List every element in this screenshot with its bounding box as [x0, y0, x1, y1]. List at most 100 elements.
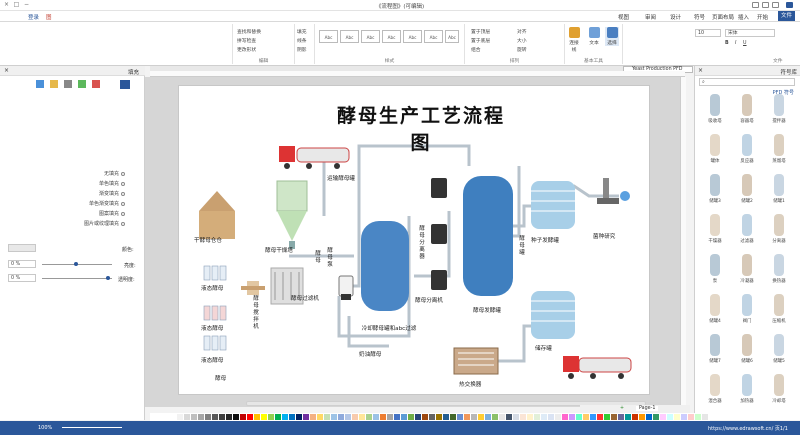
- label-transport[interactable]: 运输酵母罐: [327, 174, 355, 182]
- palette-swatch[interactable]: [597, 414, 603, 420]
- palette-swatch[interactable]: [436, 414, 442, 420]
- palette-swatch[interactable]: [562, 414, 568, 420]
- label-separator[interactable]: 酵母分离机: [415, 296, 443, 304]
- connector-tool[interactable]: 连接线: [567, 27, 581, 53]
- label-cream[interactable]: 奶油酵母: [359, 350, 381, 358]
- palette-swatch[interactable]: [324, 414, 330, 420]
- fill-mode-icon[interactable]: [36, 80, 44, 88]
- font-size-select[interactable]: 10: [695, 29, 721, 37]
- diagram-title[interactable]: 酵母生产工艺流程图: [331, 101, 511, 155]
- palette-swatch[interactable]: [548, 414, 554, 420]
- palette-swatch[interactable]: [233, 414, 239, 420]
- palette-swatch[interactable]: [352, 414, 358, 420]
- label-warehouse[interactable]: 干酵母仓仓: [194, 236, 222, 244]
- label-heat-exchanger[interactable]: 热交换器: [459, 380, 481, 388]
- fill-option[interactable]: 单色渐变填充: [89, 200, 125, 207]
- rotate-button[interactable]: 旋转: [517, 46, 527, 53]
- palette-swatch[interactable]: [653, 414, 659, 420]
- palette-swatch[interactable]: [331, 414, 337, 420]
- size-button[interactable]: 大小: [517, 37, 527, 44]
- fill-option[interactable]: 单色填充: [99, 180, 125, 187]
- library-item[interactable]: 储罐5: [765, 334, 793, 368]
- library-item[interactable]: 容器塔: [733, 94, 761, 128]
- underline-button[interactable]: U: [743, 41, 747, 46]
- palette-swatch[interactable]: [639, 414, 645, 420]
- palette-swatch[interactable]: [387, 414, 393, 420]
- fill-option[interactable]: 图片或纹理填充: [84, 220, 125, 227]
- palette-swatch[interactable]: [268, 414, 274, 420]
- library-item[interactable]: 搅拌器: [765, 94, 793, 128]
- palette-swatch[interactable]: [660, 414, 666, 420]
- label-mixer-vertical[interactable]: 酵母搅拌机: [253, 296, 259, 331]
- text-tool[interactable]: 文本: [587, 27, 601, 46]
- library-item[interactable]: 加热器: [733, 374, 761, 408]
- library-close-icon[interactable]: ×: [698, 67, 703, 74]
- library-item[interactable]: 罐体: [701, 134, 729, 168]
- label-cooling-tank[interactable]: 冷却酵母罐和abc过滤: [359, 324, 419, 332]
- palette-swatch[interactable]: [289, 414, 295, 420]
- palette-swatch[interactable]: [667, 414, 673, 420]
- library-item[interactable]: 分离器: [765, 214, 793, 248]
- library-item[interactable]: 混合器: [701, 374, 729, 408]
- label-storage[interactable]: 储存罐: [535, 344, 552, 352]
- palette-swatch[interactable]: [240, 414, 246, 420]
- palette-swatch[interactable]: [373, 414, 379, 420]
- redo-icon[interactable]: [772, 2, 779, 8]
- library-search-input[interactable]: ⌕: [699, 78, 795, 86]
- palette-swatch[interactable]: [310, 414, 316, 420]
- palette-swatch[interactable]: [464, 414, 470, 420]
- label-filter-press-vertical[interactable]: 酵母分离器: [419, 226, 425, 261]
- menu-symbol[interactable]: 符号: [694, 13, 705, 21]
- palette-swatch[interactable]: [674, 414, 680, 420]
- menu-insert[interactable]: 插入: [738, 13, 749, 21]
- library-item[interactable]: 储罐1: [765, 174, 793, 208]
- format-mode-icon[interactable]: [120, 80, 130, 89]
- palette-swatch[interactable]: [205, 414, 211, 420]
- label-pump-vertical[interactable]: 酵母泵: [327, 248, 333, 269]
- palette-swatch[interactable]: [366, 414, 372, 420]
- select-tool[interactable]: 选择: [605, 27, 619, 46]
- style-preset[interactable]: Abc: [403, 30, 422, 43]
- library-item[interactable]: 储罐3: [701, 174, 729, 208]
- palette-swatch[interactable]: [282, 414, 288, 420]
- palette-swatch[interactable]: [212, 414, 218, 420]
- label-lower[interactable]: 酵母: [215, 374, 226, 382]
- style-preset[interactable]: Abc: [382, 30, 401, 43]
- palette-swatch[interactable]: [457, 414, 463, 420]
- style-preset[interactable]: Abc: [319, 30, 338, 43]
- library-item[interactable]: 阀门: [733, 294, 761, 328]
- palette-swatch[interactable]: [632, 414, 638, 420]
- menu-view[interactable]: 视图: [618, 13, 629, 21]
- label-dryer[interactable]: 酵母干燥塔: [265, 246, 293, 254]
- palette-swatch[interactable]: [534, 414, 540, 420]
- find-replace-button[interactable]: 查找和替换: [237, 28, 261, 35]
- line-mode-icon[interactable]: [50, 80, 58, 88]
- transparency-slider[interactable]: [42, 278, 112, 279]
- palette-swatch[interactable]: [576, 414, 582, 420]
- shadow-mode-icon[interactable]: [64, 80, 72, 88]
- align-button[interactable]: 对齐: [517, 28, 527, 35]
- library-item[interactable]: 反应器: [733, 134, 761, 168]
- add-page-icon[interactable]: +: [620, 406, 624, 411]
- status-url[interactable]: https://www.edrawsoft.cn/ 页1/1: [708, 425, 788, 432]
- menu-home[interactable]: 开始: [757, 13, 768, 21]
- palette-swatch[interactable]: [170, 414, 176, 420]
- palette-swatch[interactable]: [429, 414, 435, 420]
- menu-extra[interactable]: 图: [46, 13, 52, 21]
- library-item[interactable]: 压缩机: [765, 294, 793, 328]
- palette-swatch[interactable]: [492, 414, 498, 420]
- page-tab-1[interactable]: Page-1: [636, 406, 659, 411]
- palette-swatch[interactable]: [303, 414, 309, 420]
- palette-swatch[interactable]: [569, 414, 575, 420]
- change-shape-button[interactable]: 更改形状: [237, 46, 256, 53]
- palette-swatch[interactable]: [499, 414, 505, 420]
- palette-swatch[interactable]: [688, 414, 694, 420]
- save-icon[interactable]: [752, 2, 759, 8]
- style-preset[interactable]: Abc: [424, 30, 443, 43]
- palette-swatch[interactable]: [625, 414, 631, 420]
- palette-swatch[interactable]: [583, 414, 589, 420]
- palette-swatch[interactable]: [541, 414, 547, 420]
- send-back-button[interactable]: 置于底层: [471, 37, 490, 44]
- transparency-input[interactable]: 0 %: [8, 274, 36, 282]
- fill-option[interactable]: 图案填充: [99, 210, 125, 217]
